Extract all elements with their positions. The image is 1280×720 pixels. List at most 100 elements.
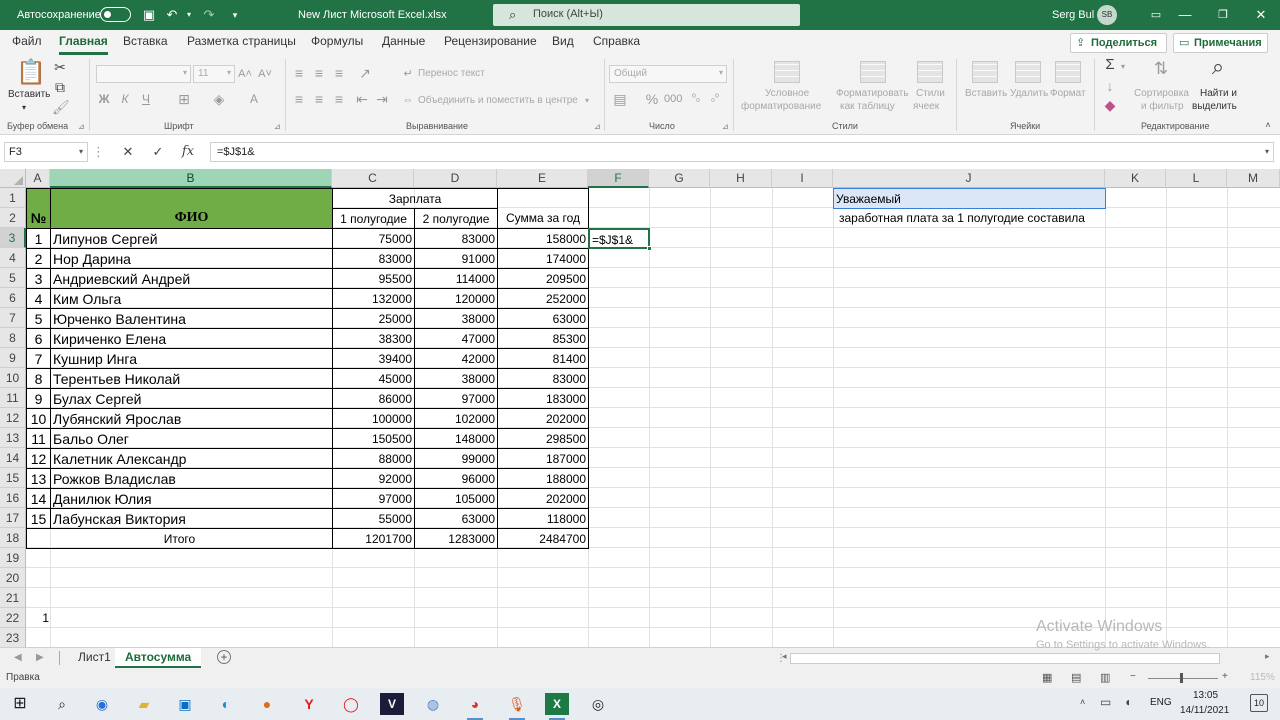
tray-chevron-icon[interactable]: ˄ (1080, 697, 1085, 707)
half1-cell[interactable]: 97000 (332, 488, 415, 509)
header-year-total-cell[interactable]: Сумма за год (497, 188, 589, 229)
collapse-ribbon-icon[interactable]: ˄ (1262, 117, 1274, 133)
year-total-cell[interactable]: 209500 (497, 268, 589, 289)
align-top-icon[interactable]: ≡ (292, 65, 306, 81)
clear-icon[interactable]: ◆ (1102, 97, 1118, 113)
sort-filter-icon[interactable]: ⇅ (1148, 60, 1174, 77)
row-number-cell[interactable]: 13 (26, 468, 51, 489)
taskbar-search-icon[interactable]: ⌕ (50, 693, 74, 715)
chrome-icon[interactable]: ◕ (463, 693, 487, 720)
name-cell[interactable]: Кушнир Инга (50, 348, 333, 369)
half2-cell[interactable]: 148000 (414, 428, 498, 449)
cell-styles-label-1[interactable]: Стили (916, 88, 945, 99)
enter-icon[interactable]: ✓ (148, 142, 168, 162)
half1-cell[interactable]: 75000 (332, 228, 415, 249)
row-header-18[interactable]: 18 (0, 528, 26, 548)
row-header-8[interactable]: 8 (0, 328, 26, 348)
page-break-view-icon[interactable]: ▥ (1100, 671, 1110, 684)
header-half1-cell[interactable]: 1 полугодие (332, 208, 415, 229)
year-total-cell[interactable]: 63000 (497, 308, 589, 329)
format-cells-icon[interactable] (1055, 61, 1081, 83)
cell-j1[interactable]: Уважаемый (833, 188, 1106, 209)
align-right-icon[interactable]: ≡ (332, 91, 346, 107)
opera-icon[interactable]: ◯ (339, 693, 363, 715)
volume-icon[interactable]: ◖ (1124, 695, 1131, 709)
half1-cell[interactable]: 38300 (332, 328, 415, 349)
tab-home[interactable]: Главная (59, 30, 108, 55)
sheet-tab-autosum[interactable]: Автосумма (115, 648, 202, 668)
zoom-level[interactable]: 115% (1250, 672, 1275, 683)
number-launcher-icon[interactable]: ⊿ (722, 122, 729, 131)
half2-cell[interactable]: 63000 (414, 508, 498, 529)
row-header-14[interactable]: 14 (0, 448, 26, 468)
name-cell[interactable]: Терентьев Николай (50, 368, 333, 389)
format-as-table-label-1[interactable]: Форматировать (836, 88, 909, 99)
sort-filter-label-1[interactable]: Сортировка (1134, 88, 1189, 99)
row-number-cell[interactable]: 4 (26, 288, 51, 309)
tab-review[interactable]: Рецензирование (444, 30, 537, 55)
zoom-in-icon[interactable]: + (1222, 671, 1228, 682)
windows-start-icon[interactable]: ⊞ (8, 693, 32, 715)
column-header-m[interactable]: M (1227, 169, 1280, 188)
row-header-2[interactable]: 2 (0, 208, 26, 228)
column-header-j[interactable]: J (833, 169, 1105, 188)
half2-cell[interactable]: 96000 (414, 468, 498, 489)
horizontal-scrollbar[interactable] (790, 653, 1220, 664)
column-header-i[interactable]: I (772, 169, 833, 188)
conditional-formatting-label-1[interactable]: Условное (765, 88, 809, 99)
name-box[interactable]: F3 ▾ (4, 142, 88, 162)
name-cell[interactable]: Кириченко Елена (50, 328, 333, 349)
tab-data[interactable]: Данные (382, 30, 425, 55)
merge-dropdown-icon[interactable]: ▾ (585, 95, 589, 106)
half2-cell[interactable]: 38000 (414, 308, 498, 329)
half1-cell[interactable]: 25000 (332, 308, 415, 329)
paste-dropdown-icon[interactable]: ▾ (22, 102, 26, 113)
row-header-10[interactable]: 10 (0, 368, 26, 388)
accounting-format-icon[interactable]: ▤ (612, 91, 628, 107)
row-header-1[interactable]: 1 (0, 188, 26, 208)
row-number-cell[interactable]: 15 (26, 508, 51, 529)
font-color-icon[interactable]: A (246, 91, 262, 107)
row-header-19[interactable]: 19 (0, 548, 26, 568)
total-half2-cell[interactable]: 1283000 (414, 528, 498, 549)
undo-icon[interactable]: ↶ (163, 6, 181, 24)
decrease-indent-icon[interactable]: ⇤ (355, 91, 369, 107)
orientation-icon[interactable]: ↗ (358, 65, 372, 81)
half1-cell[interactable]: 95500 (332, 268, 415, 289)
language-indicator[interactable]: ENG (1150, 697, 1172, 708)
name-cell[interactable]: Булах Сергей (50, 388, 333, 409)
row-header-22[interactable]: 22 (0, 608, 26, 628)
copy-icon[interactable]: ⧉ (52, 79, 68, 95)
cell-a22[interactable]: 1 (26, 608, 51, 629)
undo-dropdown-icon[interactable]: ▾ (180, 6, 198, 24)
column-header-k[interactable]: K (1105, 169, 1166, 188)
prev-sheet-icon[interactable]: ◀ (14, 652, 22, 663)
total-half1-cell[interactable]: 1201700 (332, 528, 415, 549)
edge-icon[interactable]: ◐ (214, 693, 238, 715)
align-middle-icon[interactable]: ≡ (312, 65, 326, 81)
name-cell[interactable]: Калетник Александр (50, 448, 333, 469)
name-cell[interactable]: Ким Ольга (50, 288, 333, 309)
row-header-4[interactable]: 4 (0, 248, 26, 268)
autosave-toggle[interactable] (100, 7, 131, 22)
year-total-cell[interactable]: 188000 (497, 468, 589, 489)
half1-cell[interactable]: 86000 (332, 388, 415, 409)
column-header-f[interactable]: F (588, 169, 649, 188)
half2-cell[interactable]: 47000 (414, 328, 498, 349)
delete-cells-icon[interactable] (1015, 61, 1041, 83)
row-number-cell[interactable]: 6 (26, 328, 51, 349)
row-number-cell[interactable]: 9 (26, 388, 51, 409)
cell-styles-label-2[interactable]: ячеек (913, 101, 939, 112)
redo-icon[interactable]: ↷ (200, 6, 218, 24)
half2-cell[interactable]: 120000 (414, 288, 498, 309)
year-total-cell[interactable]: 298500 (497, 428, 589, 449)
align-bottom-icon[interactable]: ≡ (332, 65, 346, 81)
font-name-combo[interactable]: ▾ (96, 65, 191, 83)
store-icon[interactable]: ▣ (173, 693, 197, 715)
row-header-16[interactable]: 16 (0, 488, 26, 508)
row-number-cell[interactable]: 7 (26, 348, 51, 369)
column-header-a[interactable]: A (26, 169, 50, 188)
normal-view-icon[interactable]: ▦ (1042, 671, 1052, 684)
name-cell[interactable]: Лубянский Ярослав (50, 408, 333, 429)
fill-icon[interactable]: ↓ (1102, 78, 1118, 94)
